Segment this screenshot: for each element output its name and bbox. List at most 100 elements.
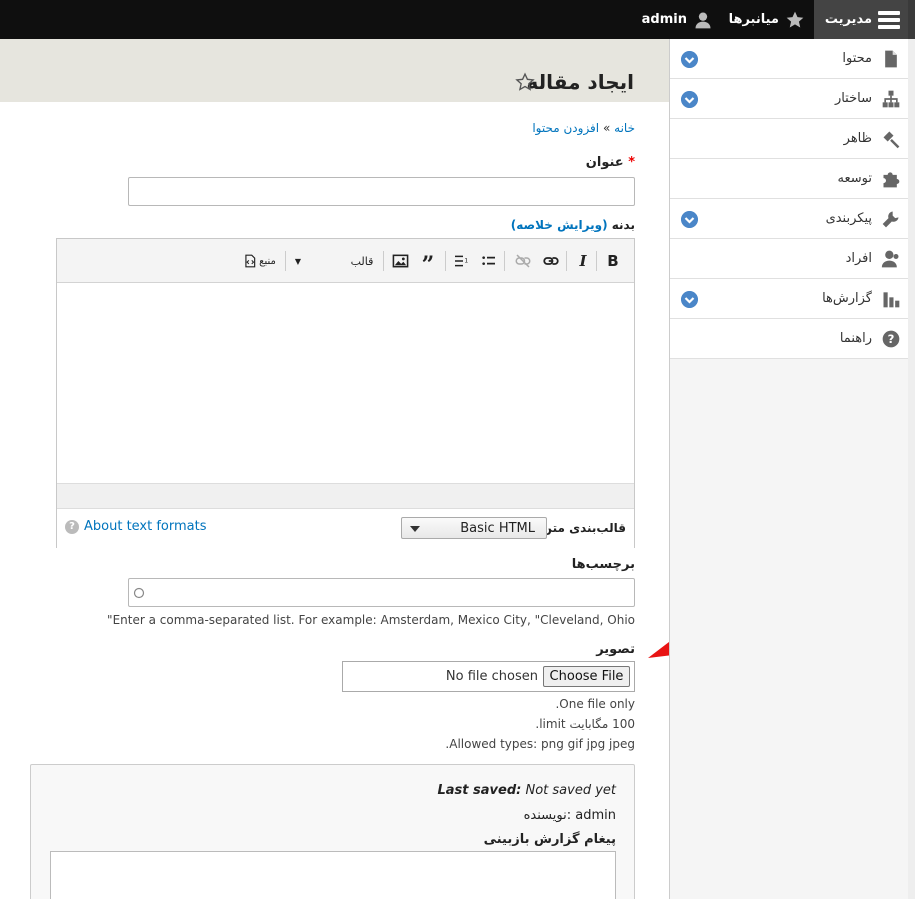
favorite-star-icon[interactable] [515, 72, 535, 92]
editor-content-area[interactable] [57, 283, 634, 483]
image-file-input[interactable]: Choose File No file chosen [342, 661, 635, 692]
title-label: عنوان * [586, 155, 635, 170]
page: مدیریت میانبرها admin ایجاد مقاله خانه »… [0, 0, 915, 899]
about-text-formats-link[interactable]: ? About text formats [65, 519, 207, 534]
brush-icon [883, 131, 900, 149]
shortcuts-button[interactable]: میانبرها [729, 0, 805, 39]
tray-item-appearance[interactable]: ظاهر [670, 119, 909, 159]
manage-button[interactable]: مدیریت [814, 0, 908, 39]
author-label: نویسنده: [523, 808, 572, 823]
tags-input[interactable] [128, 578, 635, 607]
autocomplete-icon [133, 587, 145, 599]
toolbar-separator [566, 251, 567, 271]
text-format-value: Basic HTML [460, 521, 535, 536]
numbered-list-icon[interactable]: 1 [453, 251, 469, 271]
source-button[interactable]: منبع [240, 251, 280, 271]
italic-button[interactable]: I [575, 251, 591, 271]
body-label: بدنه (ویرایش خلاصه) [511, 218, 635, 232]
choose-file-button[interactable]: Choose File [543, 666, 630, 687]
user-label: admin [641, 12, 687, 27]
people-icon [881, 250, 899, 268]
author-value: admin [575, 808, 616, 823]
author-info: نویسنده: admin [524, 808, 616, 823]
page-title: ایجاد مقاله [526, 70, 634, 94]
svg-text:?: ? [888, 332, 895, 346]
bar-chart-icon [883, 292, 900, 308]
breadcrumb: خانه » افزودن محتوا [532, 121, 635, 135]
link-icon[interactable] [542, 251, 560, 271]
bulleted-list-icon[interactable] [481, 251, 497, 271]
no-file-chosen-text: No file chosen [445, 669, 538, 684]
text-format-row: قالب‌بندی متن Basic HTML ? About text fo… [57, 509, 634, 549]
editor-toolbar: B I 1 ” قالب ▼ منبع [57, 239, 634, 283]
text-format-select[interactable]: Basic HTML [401, 517, 547, 539]
tray-label-configuration: پیکربندی [825, 211, 872, 226]
chevron-down-icon[interactable] [681, 51, 698, 68]
tray-label-people: افراد [845, 251, 872, 266]
wrench-icon [882, 211, 899, 228]
tray-label-help: راهنما [839, 331, 872, 346]
help-icon: ? [65, 519, 79, 534]
tags-label: برچسب‌ها [571, 557, 635, 572]
last-saved: Last saved: Not saved yet [438, 783, 617, 798]
editor-path-bar [57, 483, 634, 509]
tray-item-people[interactable]: افراد [670, 239, 909, 279]
body-label-text: بدنه [611, 218, 635, 232]
file-icon [885, 50, 897, 68]
format-dropdown-caret-icon[interactable]: ▼ [294, 251, 302, 271]
toolbar-separator [596, 251, 597, 271]
tray-label-structure: ساختار [834, 91, 872, 106]
edit-summary-link[interactable]: (ویرایش خلاصه) [511, 218, 608, 232]
source-label: منبع [259, 255, 276, 267]
star-icon [786, 11, 804, 27]
tray-item-structure[interactable]: ساختار [670, 79, 909, 119]
bold-button[interactable]: B [605, 251, 621, 271]
tray-item-reports[interactable]: گزارش‌ها [670, 279, 909, 319]
main-content: خانه » افزودن محتوا عنوان * بدنه (ویرایش… [0, 102, 669, 899]
image-label: تصویر [596, 642, 635, 657]
title-label-text: عنوان [585, 155, 624, 170]
chevron-down-icon[interactable] [681, 291, 698, 308]
toolbar-edge [908, 0, 915, 39]
toolbar-separator [285, 251, 286, 271]
revision-log-label: پیغام گزارش بازبینی [483, 832, 616, 847]
tray-item-extend[interactable]: توسعه [670, 159, 909, 199]
image-icon[interactable] [392, 251, 409, 271]
blockquote-icon[interactable]: ” [419, 251, 437, 278]
manage-label: مدیریت [824, 12, 872, 27]
source-icon [245, 254, 256, 268]
chevron-down-icon[interactable] [681, 91, 698, 108]
about-text-formats-label: About text formats [84, 519, 207, 534]
breadcrumb-home[interactable]: خانه [614, 121, 635, 135]
breadcrumb-add-content[interactable]: افزودن محتوا [532, 121, 599, 135]
image-help-allowed-types: Allowed types: png gif jpg jpeg. [445, 737, 635, 751]
user-icon [695, 12, 711, 28]
tray-label-extend: توسعه [837, 171, 872, 186]
title-band: ایجاد مقاله [0, 39, 669, 102]
text-format-label: قالب‌بندی متن [541, 521, 626, 535]
tray-item-help[interactable]: ? راهنما [670, 319, 909, 359]
toolbar-separator [383, 251, 384, 271]
unlink-icon[interactable] [514, 251, 532, 271]
chevron-down-icon[interactable] [681, 211, 698, 228]
last-saved-label: Last saved: [437, 783, 522, 798]
tray-item-content[interactable]: محتوا [670, 39, 909, 79]
toolbar-separator [504, 251, 505, 271]
revision-log-textarea[interactable] [50, 851, 616, 899]
toolbar-separator [445, 251, 446, 271]
body-editor: B I 1 ” قالب ▼ منبع [56, 238, 635, 549]
svg-text:1: 1 [464, 257, 468, 264]
tray-label-reports: گزارش‌ها [822, 291, 872, 306]
admin-toolbar: مدیریت میانبرها admin [0, 0, 915, 39]
tray-item-configuration[interactable]: پیکربندی [670, 199, 909, 239]
format-dropdown[interactable]: قالب [350, 251, 374, 271]
entity-meta-box: Last saved: Not saved yet نویسنده: admin… [30, 764, 635, 899]
select-caret-icon [410, 526, 420, 532]
title-input[interactable] [128, 177, 635, 206]
tray-label-content: محتوا [842, 51, 872, 66]
tray-label-appearance: ظاهر [843, 131, 872, 146]
puzzle-icon [883, 172, 900, 188]
breadcrumb-separator: » [602, 121, 611, 135]
user-button[interactable]: admin [642, 0, 713, 39]
help-icon: ? [882, 330, 900, 348]
